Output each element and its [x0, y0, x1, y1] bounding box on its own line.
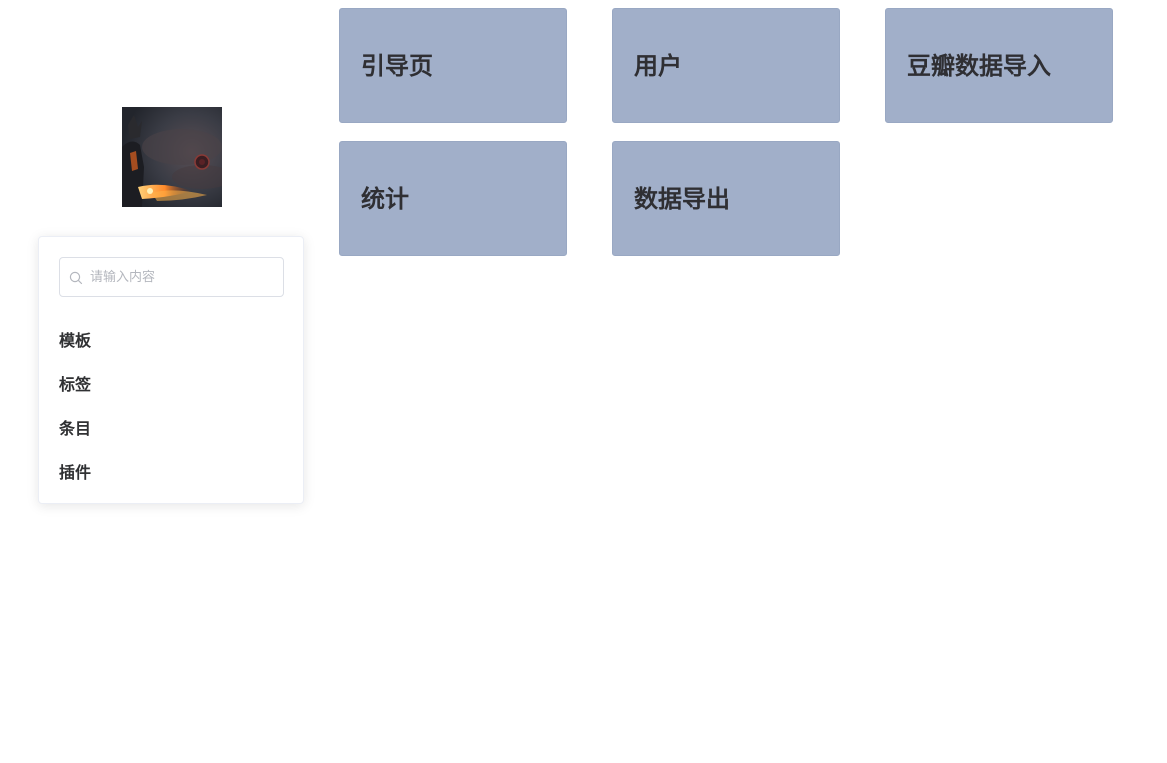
search-input[interactable] [90, 258, 280, 296]
sidebar-panel: 模板 标签 条目 插件 [38, 236, 304, 504]
card-data-export[interactable]: 数据导出 [612, 141, 840, 256]
avatar[interactable] [122, 107, 222, 207]
search-icon [69, 271, 83, 285]
card-label: 数据导出 [634, 185, 730, 213]
sidebar-menu: 模板 标签 条目 插件 [59, 319, 91, 495]
avatar-image-icon [122, 107, 222, 207]
card-label: 统计 [361, 185, 409, 213]
sidebar-item-tags[interactable]: 标签 [59, 363, 91, 407]
card-users[interactable]: 用户 [612, 8, 840, 123]
card-label: 豆瓣数据导入 [907, 52, 1051, 80]
sidebar-item-templates[interactable]: 模板 [59, 319, 91, 363]
sidebar-item-plugins[interactable]: 插件 [59, 451, 91, 495]
card-label: 引导页 [361, 52, 433, 80]
sidebar-item-entries[interactable]: 条目 [59, 407, 91, 451]
card-douban-import[interactable]: 豆瓣数据导入 [885, 8, 1113, 123]
search-box[interactable] [59, 257, 284, 297]
page: 模板 标签 条目 插件 引导页 用户 豆瓣数据导入 统计 数据导出 [0, 0, 1167, 763]
card-statistics[interactable]: 统计 [339, 141, 567, 256]
card-label: 用户 [634, 52, 682, 80]
card-guide-page[interactable]: 引导页 [339, 8, 567, 123]
